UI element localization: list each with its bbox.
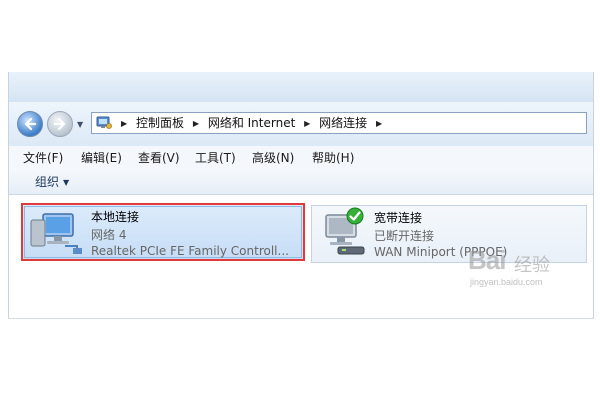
recent-pages-dropdown[interactable]: ▼ [77,120,83,129]
connection-status: 已断开连接 [374,229,435,243]
watermark-brand: Bai [468,245,506,275]
network-computer-icon [30,213,82,254]
back-arrow-icon [24,117,37,131]
menu-tools[interactable]: 工具(T) [195,149,236,166]
breadcrumb-control-panel[interactable]: 控制面板 [136,116,184,130]
watermark-url: jingyan.baidu.com [470,277,543,287]
control-panel-icon [96,116,112,129]
connection-name: 本地连接 [91,210,140,224]
back-button[interactable] [17,111,43,137]
breadcrumb-separator-icon[interactable]: ▶ [193,119,199,128]
menu-file[interactable]: 文件(F) [23,149,63,166]
baidu-jingyan-watermark: Bai 经验 jingyan.baidu.com [468,245,592,295]
organize-label: 组织 [35,175,60,189]
menu-edit[interactable]: 编辑(E) [81,149,122,166]
window-titlebar [9,72,593,103]
watermark-suffix: 经验 [514,255,550,276]
menu-help[interactable]: 帮助(H) [312,149,354,166]
breadcrumb-network-connections[interactable]: 网络连接 [319,116,367,130]
forward-button[interactable] [47,111,73,137]
forward-arrow-icon [53,117,66,131]
organize-button[interactable]: 组织 ▼ [35,173,69,190]
breadcrumb-network-internet[interactable]: 网络和 Internet [208,116,295,130]
breadcrumb-separator-icon[interactable]: ▶ [304,119,310,128]
breadcrumb: ▶ 控制面板 ▶ 网络和 Internet ▶ 网络连接 ▶ [116,113,387,133]
menu-view[interactable]: 查看(V) [138,149,180,166]
menu-bar: 文件(F) 编辑(E) 查看(V) 工具(T) 高级(N) 帮助(H) [9,146,593,169]
connection-status: 网络 4 [91,228,127,242]
menu-advanced[interactable]: 高级(N) [252,149,294,166]
connection-device: Realtek PCIe FE Family Controll... [91,244,289,258]
chevron-down-icon: ▼ [63,178,70,187]
address-bar[interactable]: ▶ 控制面板 ▶ 网络和 Internet ▶ 网络连接 ▶ [91,112,587,134]
connection-tile-local[interactable]: 本地连接 网络 4 Realtek PCIe FE Family Control… [21,203,305,261]
command-bar: 组织 ▼ [9,168,593,195]
breadcrumb-separator-icon[interactable]: ▶ [121,119,127,128]
navigation-bar: ▼ ▶ 控制面板 ▶ 网络和 Internet ▶ 网络连接 ▶ [9,102,593,147]
connection-name: 宽带连接 [374,211,423,225]
breadcrumb-separator-icon[interactable]: ▶ [376,119,382,128]
check-badge-icon [346,207,364,225]
